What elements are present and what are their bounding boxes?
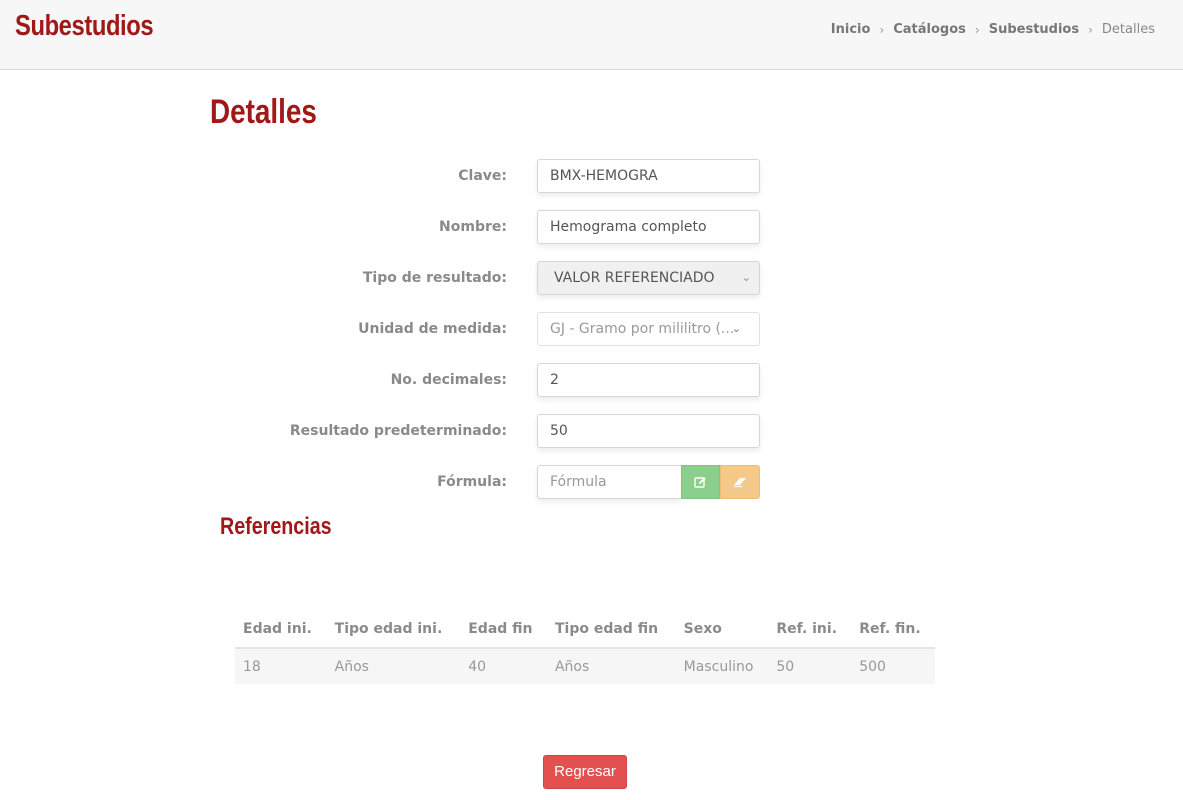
clave-label: Clave:	[458, 168, 507, 184]
column-header: Edad fin	[460, 610, 547, 649]
column-header: Ref. ini.	[768, 610, 852, 649]
formula-label: Fórmula:	[437, 474, 507, 490]
page-title: Detalles	[210, 93, 317, 131]
table-header-row: Edad ini. Tipo edad ini. Edad fin Tipo e…	[235, 610, 935, 649]
breadcrumb-item-catalogos[interactable]: Catálogos	[893, 22, 966, 37]
back-button[interactable]: Regresar	[543, 755, 627, 789]
form-row-unidad-medida: Unidad de medida: GJ - Gramo por mililit…	[0, 312, 1183, 346]
unidad-medida-value: GJ - Gramo por mililitro (...	[550, 321, 735, 337]
references-table: Edad ini. Tipo edad ini. Edad fin Tipo e…	[235, 610, 935, 684]
edit-icon	[694, 476, 706, 488]
form-row-formula: Fórmula:	[0, 465, 1183, 499]
table-cell: Masculino	[675, 648, 769, 684]
form-row-clave: Clave: BMX-HEMOGRA	[0, 159, 1183, 193]
form-row-resultado-predeterminado: Resultado predeterminado: 50	[0, 414, 1183, 448]
form-row-nombre: Nombre: Hemograma completo	[0, 210, 1183, 244]
unidad-medida-select[interactable]: GJ - Gramo por mililitro (... ⌄	[537, 312, 760, 346]
table-cell: 40	[460, 648, 547, 684]
table-cell: Años	[326, 648, 461, 684]
unidad-medida-label: Unidad de medida:	[358, 321, 507, 337]
clear-formula-button[interactable]	[720, 465, 760, 499]
chevron-down-icon: ⌄	[731, 322, 741, 335]
column-header: Tipo edad fin	[546, 610, 676, 649]
column-header: Sexo	[675, 610, 769, 649]
table-cell: 500	[851, 648, 935, 684]
tipo-resultado-value: VALOR REFERENCIADO	[554, 270, 715, 286]
breadcrumb-item-current: Detalles	[1101, 22, 1155, 37]
table-cell: Años	[546, 648, 676, 684]
chevron-right-icon: ›	[879, 22, 885, 37]
column-header: Edad ini.	[235, 610, 327, 649]
references-title: Referencias	[220, 513, 332, 540]
column-header: Ref. fin.	[851, 610, 935, 649]
formula-input[interactable]	[537, 465, 681, 499]
table-cell: 50	[768, 648, 852, 684]
top-bar: Subestudios Inicio › Catálogos › Subestu…	[0, 0, 1183, 70]
chevron-down-icon: ⌄	[741, 271, 751, 284]
form-row-decimales: No. decimales: 2	[0, 363, 1183, 397]
clave-field[interactable]: BMX-HEMOGRA	[537, 159, 760, 193]
table-cell: 18	[235, 648, 327, 684]
eraser-icon	[734, 478, 746, 488]
decimales-label: No. decimales:	[390, 372, 507, 388]
tipo-resultado-label: Tipo de resultado:	[362, 270, 507, 286]
edit-formula-button[interactable]	[681, 465, 720, 499]
app-title: Subestudios	[15, 10, 154, 42]
resultado-predeterminado-label: Resultado predeterminado:	[289, 423, 507, 439]
chevron-right-icon: ›	[974, 22, 980, 37]
breadcrumb-item-inicio[interactable]: Inicio	[831, 22, 871, 37]
resultado-predeterminado-field[interactable]: 50	[537, 414, 760, 448]
decimales-field[interactable]: 2	[537, 363, 760, 397]
tipo-resultado-select[interactable]: VALOR REFERENCIADO ⌄	[537, 261, 760, 295]
nombre-label: Nombre:	[439, 219, 507, 235]
breadcrumb: Inicio › Catálogos › Subestudios › Detal…	[831, 22, 1155, 37]
form-row-tipo-resultado: Tipo de resultado: VALOR REFERENCIADO ⌄	[0, 261, 1183, 295]
nombre-field[interactable]: Hemograma completo	[537, 210, 760, 244]
chevron-right-icon: ›	[1088, 22, 1093, 37]
column-header: Tipo edad ini.	[326, 610, 461, 649]
table-row: 18 Años 40 Años Masculino 50 500	[235, 648, 935, 684]
breadcrumb-item-subestudios[interactable]: Subestudios	[989, 22, 1079, 37]
